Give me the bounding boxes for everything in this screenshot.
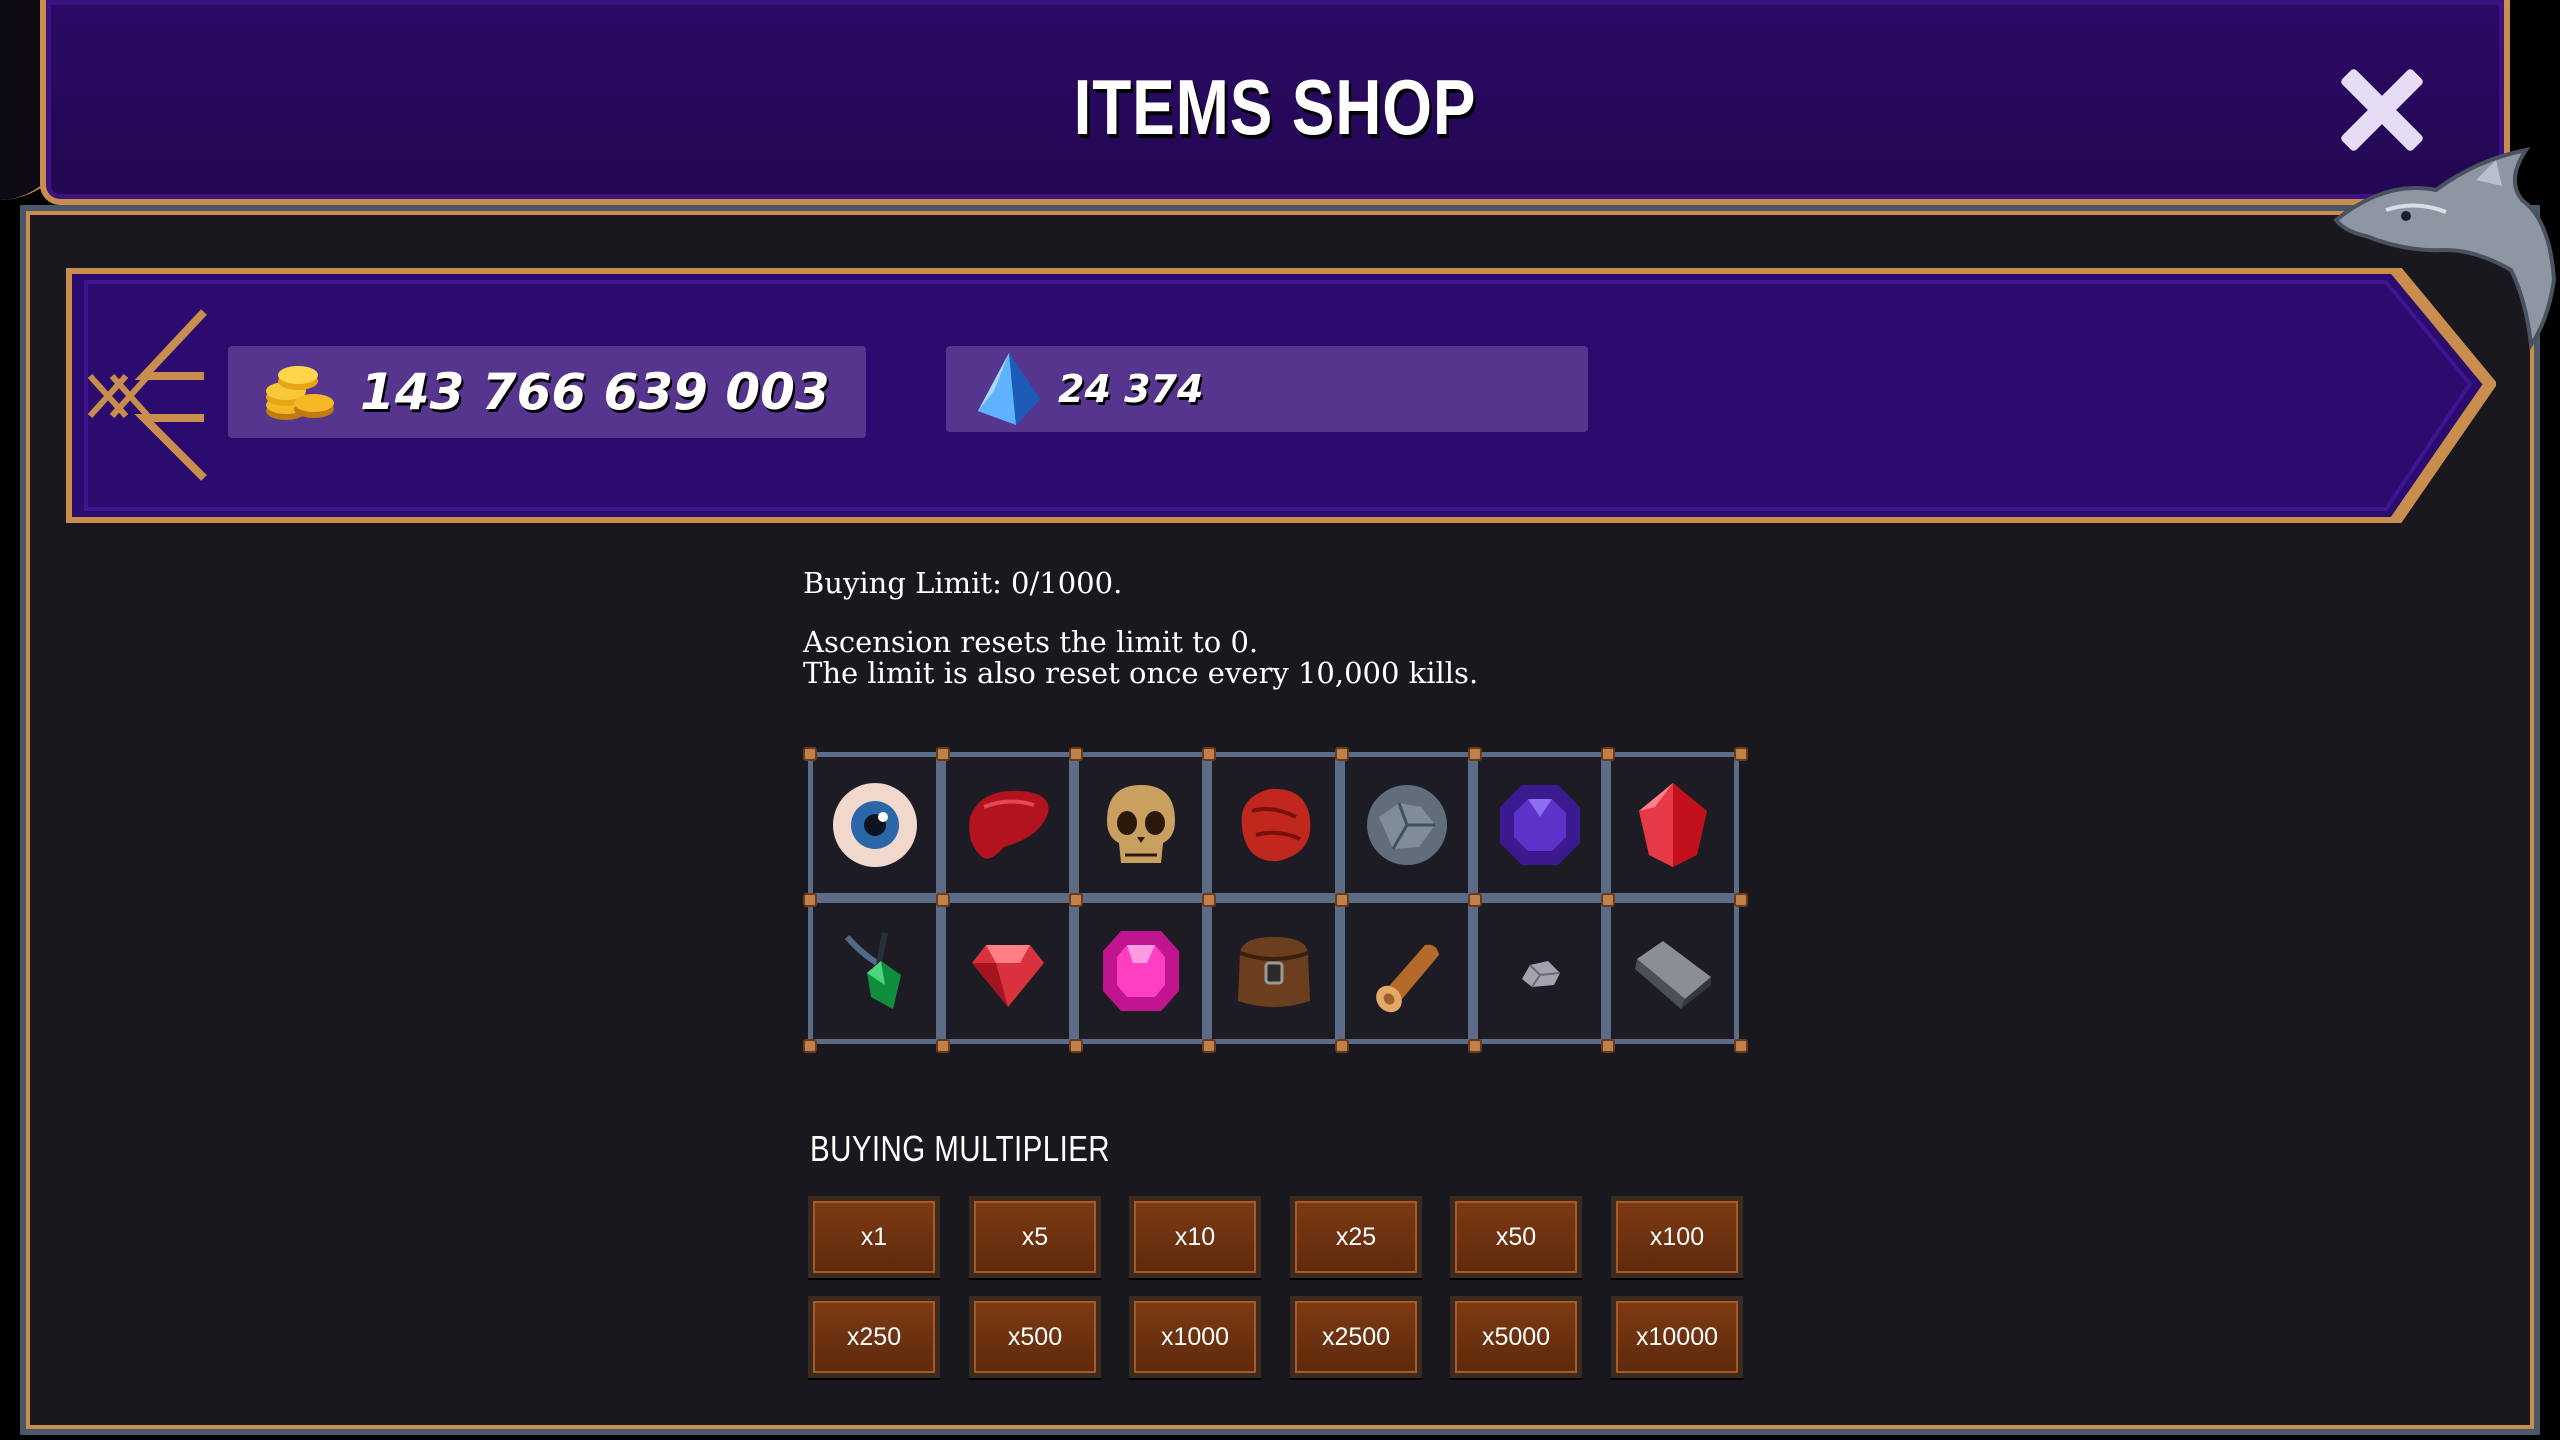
multiplier-button-x500[interactable]: x500 — [969, 1296, 1101, 1378]
grid-rivet — [1468, 893, 1482, 907]
multiplier-button-x25[interactable]: x25 — [1290, 1196, 1422, 1278]
grid-rivet — [1601, 893, 1615, 907]
item-slot-red-crystal[interactable] — [1606, 752, 1739, 898]
item-slot-leather-pouch[interactable] — [1207, 898, 1340, 1044]
purple-gem-icon — [1499, 785, 1580, 865]
grid-rivet — [936, 1039, 950, 1053]
grid-rivet — [803, 893, 817, 907]
leather-pouch-icon — [1237, 937, 1310, 1007]
grid-rivet — [1069, 747, 1083, 761]
multiplier-button-x1000[interactable]: x1000 — [1129, 1296, 1261, 1378]
gold-currency-box: 143 766 639 003 — [228, 346, 866, 438]
item-slot-eyeball[interactable] — [808, 752, 941, 898]
item-slot-skull[interactable] — [1074, 752, 1207, 898]
grid-rivet — [803, 747, 817, 761]
multiplier-button-x5000[interactable]: x5000 — [1450, 1296, 1582, 1378]
page-title: ITEMS SHOP — [1073, 63, 1477, 151]
multiplier-button-x50[interactable]: x50 — [1450, 1196, 1582, 1278]
item-slot-purple-gem[interactable] — [1473, 752, 1606, 898]
item-slot-iron-ingot[interactable] — [1606, 898, 1739, 1044]
multiplier-button-x2500[interactable]: x2500 — [1290, 1296, 1422, 1378]
green-amulet-icon — [844, 932, 901, 1009]
wood-log-icon — [1375, 944, 1439, 1013]
skull-icon — [1106, 785, 1175, 863]
multiplier-button-x10[interactable]: x10 — [1129, 1196, 1261, 1278]
gem-currency-box: 24 374 — [946, 346, 1588, 432]
iron-ingot-icon — [1634, 941, 1711, 1009]
item-slot-green-amulet[interactable] — [808, 898, 941, 1044]
grid-rivet — [1734, 1039, 1748, 1053]
eyeball-icon — [832, 783, 917, 867]
grid-rivet — [1734, 747, 1748, 761]
red-ore-icon — [1241, 788, 1310, 862]
item-slot-grey-stone[interactable] — [1340, 752, 1473, 898]
grid-rivet — [1734, 893, 1748, 907]
title-bar: ITEMS SHOP — [40, 0, 2510, 205]
grey-stone-icon — [1366, 785, 1447, 865]
gold-amount: 143 766 639 003 — [360, 363, 830, 421]
grid-rivet — [1335, 747, 1349, 761]
grid-rivet — [1335, 893, 1349, 907]
gold-coins-icon — [266, 366, 334, 420]
grid-rivet — [936, 893, 950, 907]
pink-gem-icon — [1102, 931, 1179, 1011]
liver-icon — [968, 790, 1048, 859]
grid-rivet — [936, 747, 950, 761]
item-slot-wood-log[interactable] — [1340, 898, 1473, 1044]
grid-rivet — [1335, 1039, 1349, 1053]
item-grid — [803, 747, 1748, 1053]
grid-rivet — [1202, 747, 1216, 761]
item-slot-liver[interactable] — [941, 752, 1074, 898]
grid-rivet — [1069, 893, 1083, 907]
multiplier-button-x5[interactable]: x5 — [969, 1196, 1101, 1278]
grid-rivet — [1468, 747, 1482, 761]
red-diamond-icon — [971, 945, 1044, 1007]
item-slot-red-diamond[interactable] — [941, 898, 1074, 1044]
grid-rivet — [1069, 1039, 1083, 1053]
small-stone-icon — [1521, 961, 1560, 988]
buying-limit-text: Buying Limit: 0/1000. — [803, 566, 1123, 600]
multiplier-button-x100[interactable]: x100 — [1611, 1196, 1743, 1278]
item-slot-red-ore[interactable] — [1207, 752, 1340, 898]
item-slot-pink-gem[interactable] — [1074, 898, 1207, 1044]
limit-reset-text-2: The limit is also reset once every 10,00… — [803, 656, 1479, 690]
buying-multiplier-label: BUYING MULTIPLIER — [810, 1128, 1111, 1169]
red-crystal-icon — [1638, 783, 1707, 867]
grid-rivet — [1202, 1039, 1216, 1053]
grid-rivet — [803, 1039, 817, 1053]
multiplier-button-x250[interactable]: x250 — [808, 1296, 940, 1378]
multiplier-button-x1[interactable]: x1 — [808, 1196, 940, 1278]
limit-reset-text-1: Ascension resets the limit to 0. — [803, 625, 1259, 659]
gem-amount: 24 374 — [1058, 367, 1204, 411]
blue-diamond-icon — [978, 353, 1040, 425]
grid-rivet — [1468, 1039, 1482, 1053]
grid-rivet — [1601, 1039, 1615, 1053]
multiplier-button-x10000[interactable]: x10000 — [1611, 1296, 1743, 1378]
grid-rivet — [1601, 747, 1615, 761]
item-slot-small-stone[interactable] — [1473, 898, 1606, 1044]
grid-rivet — [1202, 893, 1216, 907]
